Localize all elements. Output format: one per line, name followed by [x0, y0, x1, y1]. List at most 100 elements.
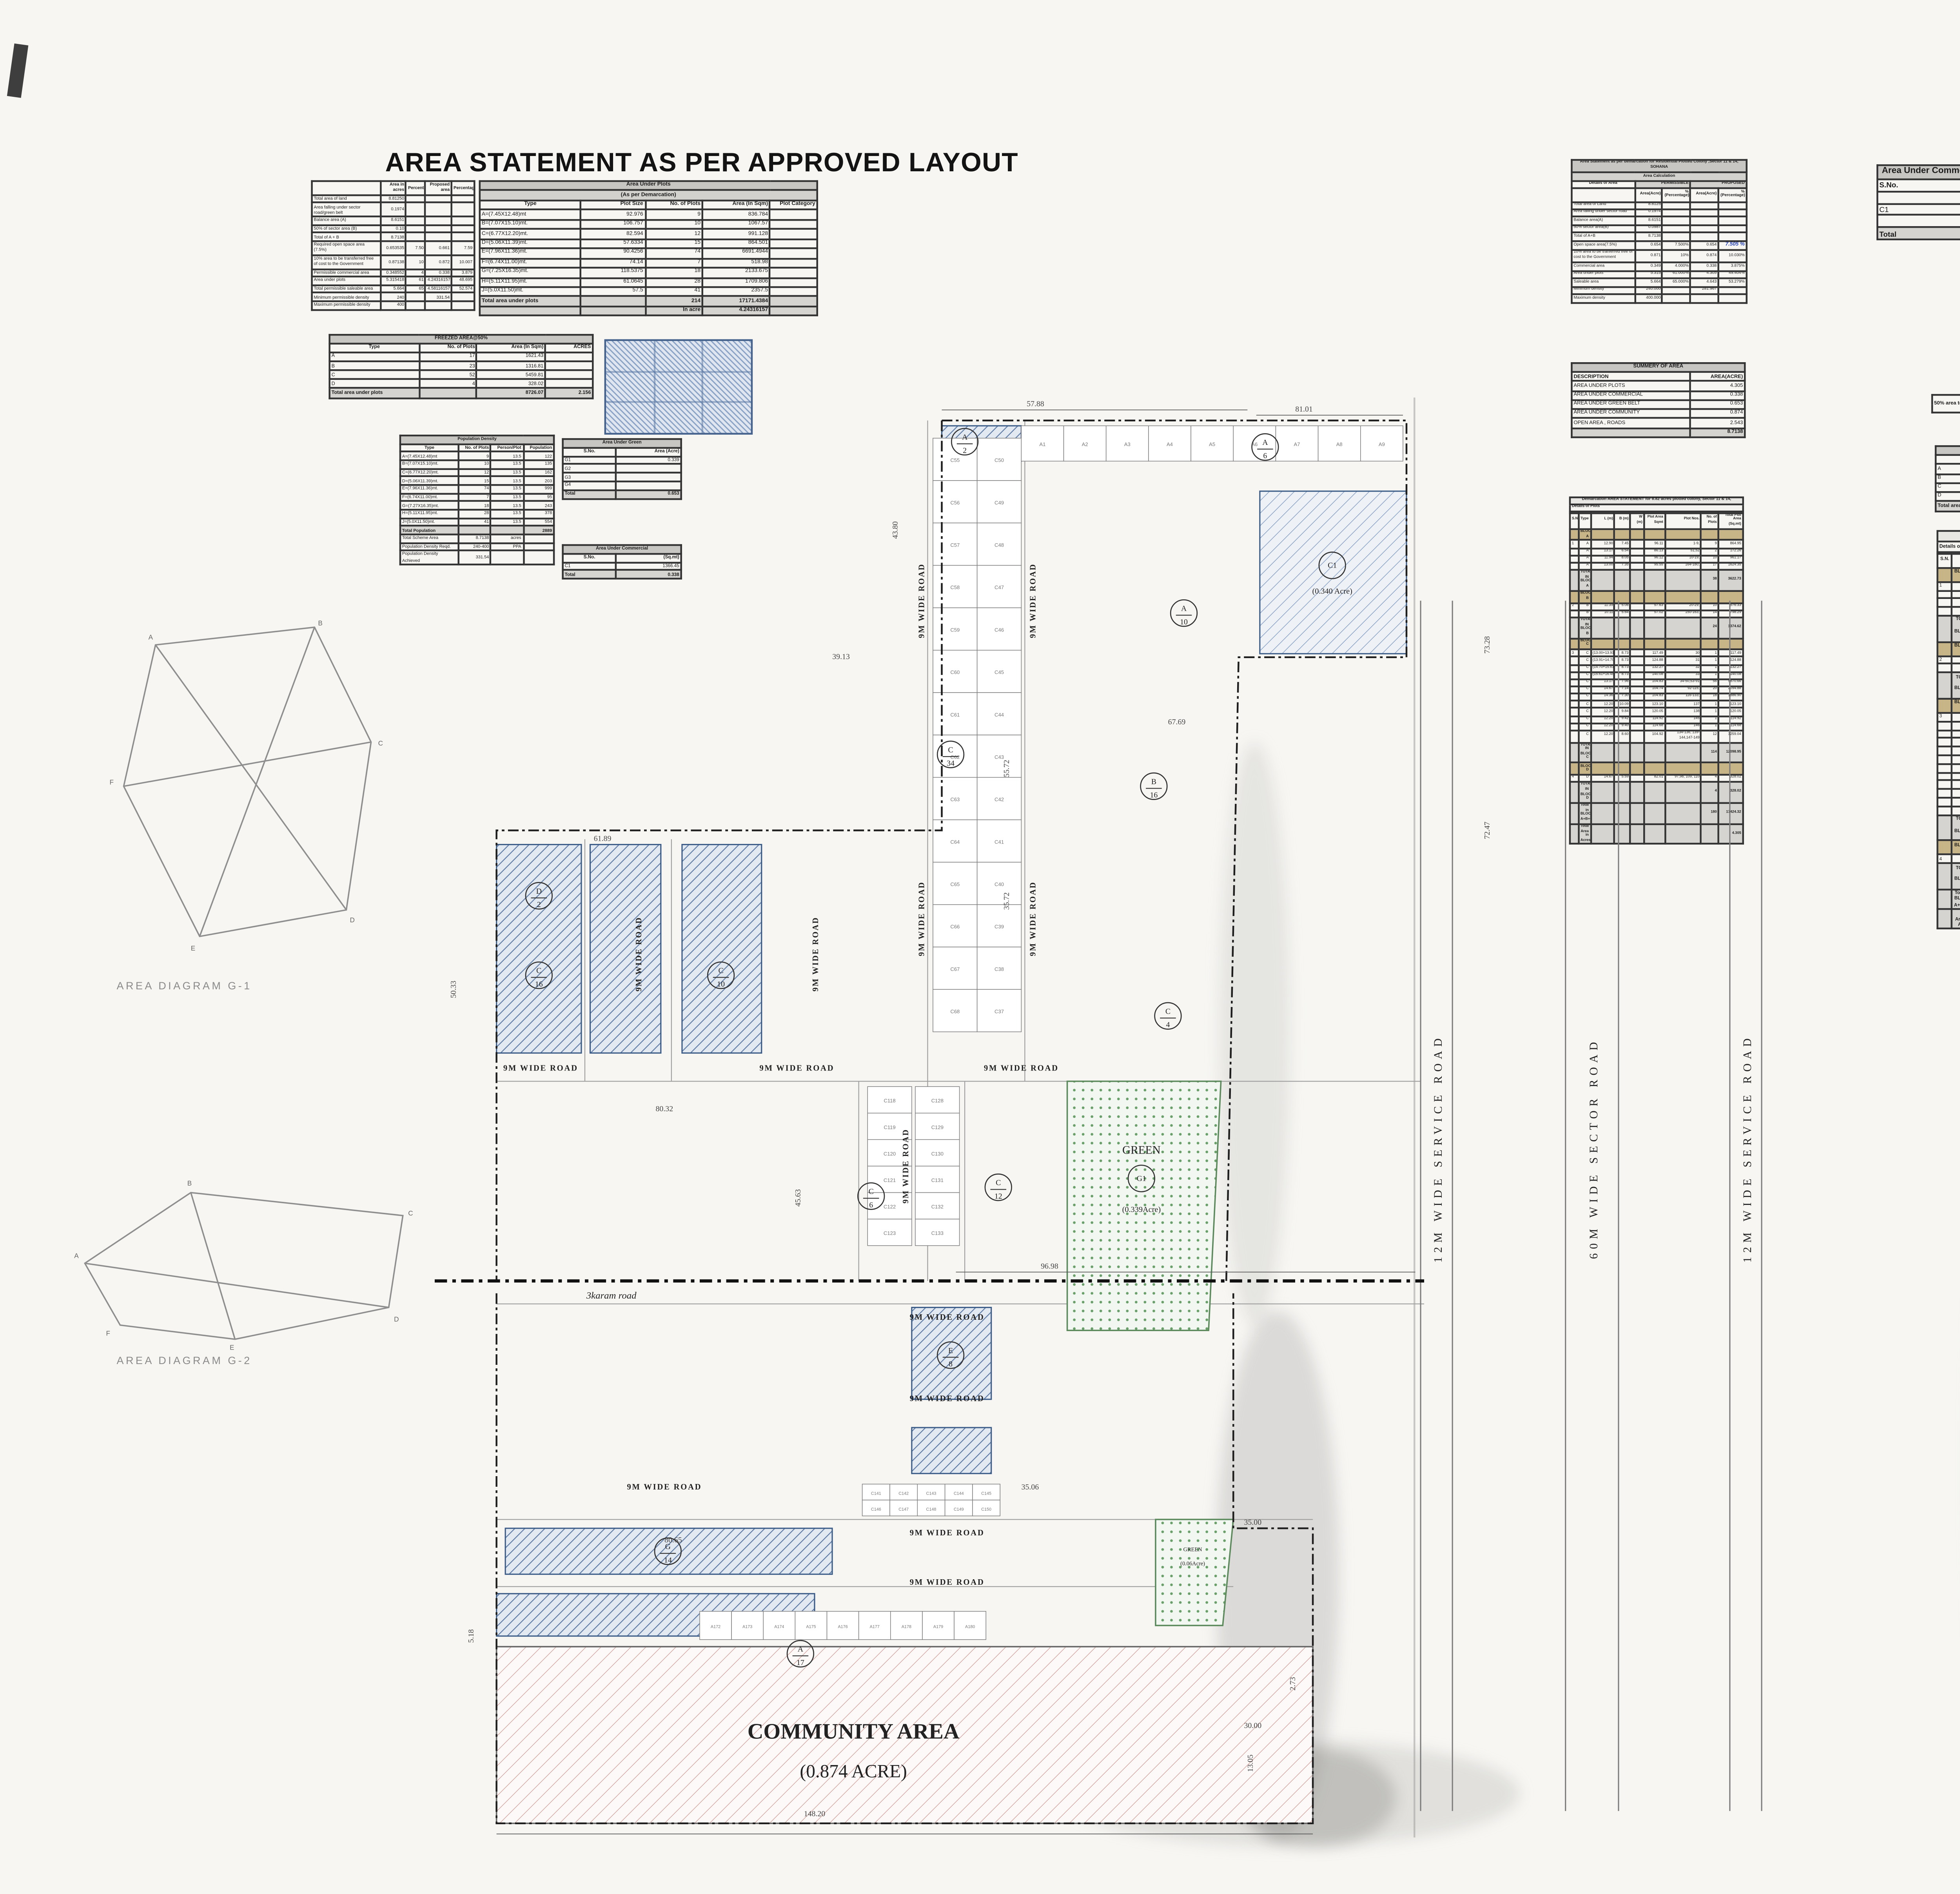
road-label: 9M WIDE ROAD	[1029, 563, 1037, 638]
demarcation-table-wrap-right: Demarcation AREA STATEMENT for 8.82 acre…	[1936, 530, 1960, 930]
svg-text:C119: C119	[884, 1124, 895, 1130]
svg-text:C50: C50	[995, 457, 1004, 463]
svg-text:C121: C121	[884, 1177, 896, 1183]
plan-label: (0.06Acre)	[1180, 1561, 1205, 1567]
svg-text:C143: C143	[926, 1491, 936, 1496]
plot-cell: A172	[700, 1611, 731, 1640]
table-row: Minimum permissible density240331.54	[312, 293, 475, 301]
dimension-label: 96.98	[1041, 1262, 1058, 1270]
dimension-label: 35.06	[1022, 1483, 1039, 1491]
svg-text:C1: C1	[1328, 561, 1337, 570]
table-row: D4328.02	[1936, 492, 1960, 502]
plot-cell: C128	[915, 1087, 960, 1113]
svg-text:C44: C44	[995, 712, 1004, 718]
plot-cell: C41	[977, 820, 1022, 862]
table-row: Maximum permissible density400	[312, 301, 475, 310]
plot-cell: A174	[763, 1611, 795, 1640]
svg-text:C: C	[1165, 1007, 1171, 1016]
column-header: Percentage	[406, 181, 426, 195]
svg-text:C149: C149	[954, 1507, 964, 1512]
table-row: 2B11.395.0657.6320-29,10576.33	[1937, 656, 1960, 664]
plot-group-marker: B 16	[1141, 773, 1167, 800]
svg-text:A4: A4	[1167, 441, 1173, 447]
svg-text:16: 16	[535, 980, 543, 989]
plot-cell: C37	[977, 989, 1022, 1032]
plot-group-marker: A 10	[1171, 600, 1197, 626]
plot-cell: A1	[1021, 426, 1063, 461]
table-row: Total area under plots8726.072.156	[1936, 501, 1960, 511]
table-row: TOTAL IN BLOCK A383622.73	[1937, 616, 1960, 641]
plot-cell: C133	[915, 1219, 960, 1246]
column-header	[312, 181, 380, 195]
svg-text:C133: C133	[931, 1230, 944, 1236]
area-diagram-g2: ABC DEF	[67, 1166, 421, 1352]
svg-text:C141: C141	[871, 1491, 881, 1496]
dimension-label: 50.33	[449, 981, 458, 998]
svg-text:A8: A8	[1336, 441, 1343, 447]
plot-cell: C67	[933, 947, 977, 989]
table-title: Area Statement as per demarcation for Re…	[1572, 160, 1746, 173]
table-title: Area Under Commercial	[1877, 165, 1960, 179]
table-row: Total of A+B8.7138	[1572, 233, 1746, 241]
table-row: Area under plots5.31561.000%4.30549.404%	[1572, 271, 1746, 279]
svg-text:E: E	[230, 1344, 234, 1352]
svg-text:E: E	[948, 1346, 953, 1355]
table-row: C12.208.60104.92134-136, 139-144,147-149…	[1937, 806, 1960, 815]
svg-text:A178: A178	[902, 1625, 911, 1629]
svg-text:B: B	[187, 1180, 192, 1187]
svg-text:A9: A9	[1379, 441, 1385, 447]
svg-text:8: 8	[949, 1360, 953, 1368]
column-header: Plot Category	[770, 200, 817, 210]
svg-text:C47: C47	[995, 584, 1004, 590]
plot-cell: C66	[933, 905, 977, 947]
svg-text:6: 6	[1263, 452, 1267, 460]
area-calculation-table: Area Statement as per demarcation for Re…	[1571, 159, 1748, 303]
column-header: S.N.	[1937, 553, 1952, 567]
table-row: A=(7.45X12.48)mt92.9769836.784	[480, 210, 817, 220]
svg-text:C128: C128	[931, 1098, 944, 1104]
road-label: 9M WIDE ROAD	[910, 1394, 985, 1403]
svg-text:C46: C46	[995, 627, 1004, 633]
road-label: 9M WIDE ROAD	[917, 563, 926, 638]
plot-cell: C141	[862, 1484, 890, 1500]
column-header: Area in acres	[380, 181, 406, 195]
table-row: C=(6.77X12.20)mt.82.59412991.128	[480, 229, 817, 239]
table-subtitle: Details of Plots	[1936, 542, 1960, 552]
table-row	[1877, 215, 1960, 227]
table-title: SUMMERY OF AREA	[1572, 363, 1745, 372]
table-row: 50% sector area(B)0.0987	[1572, 225, 1746, 233]
dimension-label: 35.72	[1002, 893, 1011, 910]
table-row: A171621.43	[1936, 464, 1960, 474]
dimension-label: 30.00	[1244, 1721, 1262, 1730]
table-row: Maximum density400.000	[1572, 295, 1746, 303]
plot-cell: C143	[917, 1484, 945, 1500]
road-label: 9M WIDE ROAD	[910, 1578, 985, 1587]
road-label: 9M WIDE ROAD	[811, 917, 820, 992]
plot-cell: A173	[731, 1611, 763, 1640]
svg-text:A179: A179	[933, 1625, 943, 1629]
area-under-plots-table: Area Under Plots (As per Demarcation) Ty…	[479, 180, 818, 317]
table-row: B231316.81	[1936, 474, 1960, 483]
svg-text:17: 17	[797, 1658, 804, 1667]
plot-cell: C61	[933, 693, 977, 735]
road-label: 9M WIDE ROAD	[759, 1064, 834, 1073]
svg-text:C130: C130	[931, 1151, 944, 1157]
table-row: C12.209.42114.921451114.92	[1937, 789, 1960, 798]
table-row: C13.177.96104.8334-50,53-91565870.66	[1937, 747, 1960, 755]
plot-cell: C146	[862, 1500, 890, 1516]
plot-cell: A5	[1191, 426, 1233, 461]
svg-text:C68: C68	[950, 1009, 960, 1014]
plot-cell: C150	[973, 1500, 1000, 1516]
svg-text:A: A	[1181, 604, 1187, 613]
svg-text:C123: C123	[884, 1230, 896, 1236]
table-row: 1A12.907.4596.111-9,9864.95	[1937, 582, 1960, 590]
svg-text:34: 34	[947, 759, 955, 768]
table-row: Balance area (A)8.6151	[312, 217, 475, 225]
svg-text:C: C	[948, 746, 953, 754]
dimension-label: 148.20	[804, 1810, 826, 1818]
svg-text:F: F	[109, 778, 113, 786]
plot-cell: A175	[795, 1611, 827, 1640]
dimension-label: 39.13	[832, 652, 850, 661]
table-row: C12.209.84120.051381120.05	[1937, 781, 1960, 789]
svg-text:C49: C49	[995, 500, 1004, 506]
